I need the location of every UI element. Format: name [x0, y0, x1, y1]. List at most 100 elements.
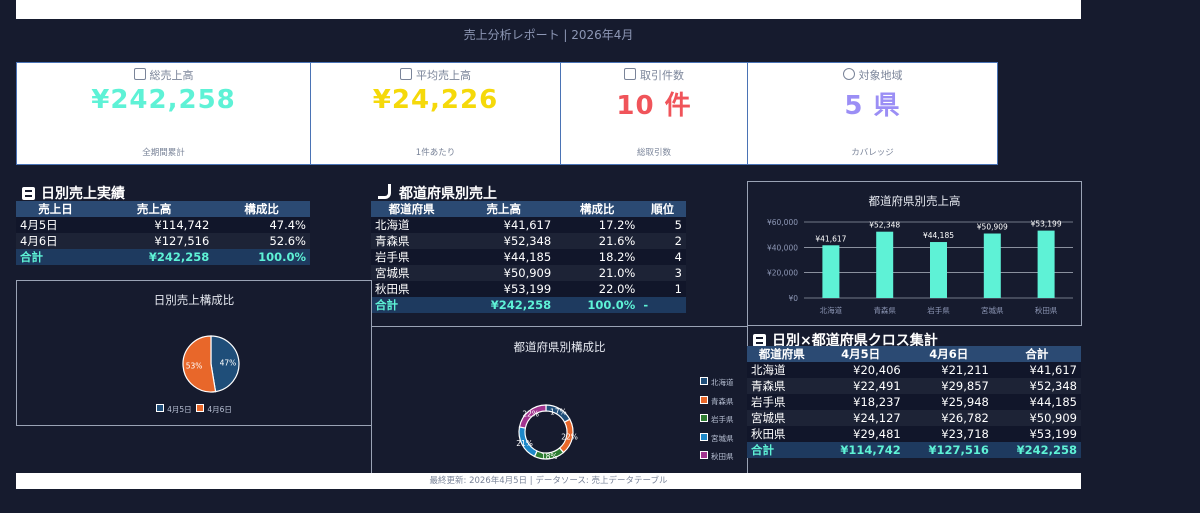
table-row: 青森県 ¥22,491 ¥29,857 ¥52,348	[747, 378, 1081, 394]
chart-icon	[400, 68, 412, 80]
top-bar	[16, 0, 1081, 19]
donut-legend: 北海道 青森県 岩手県 宮城県 秋田県	[700, 374, 734, 467]
table-row: 秋田県 ¥29,481 ¥23,718 ¥53,199	[747, 426, 1081, 442]
x-tick-label: 岩手県	[927, 305, 950, 315]
report-subtitle: 売上分析レポート | 2026年4月	[463, 28, 634, 42]
kpi-card-regions: 対象地域 5 県 カバレッジ	[747, 62, 998, 165]
table-row: 青森県 ¥52,348 21.6% 2	[371, 233, 686, 249]
table-total-row: 合計 ¥114,742 ¥127,516 ¥242,258	[747, 442, 1081, 458]
bar	[1037, 230, 1055, 298]
column-header: 構成比	[213, 201, 310, 217]
bar	[930, 242, 947, 298]
y-tick-label: ¥60,000	[767, 218, 798, 227]
x-tick-label: 北海道	[820, 305, 843, 315]
column-header: 4月6日	[904, 346, 993, 362]
legend-item: 秋田県	[700, 448, 734, 467]
kpi-sub: 1件あたり	[415, 148, 456, 158]
column-header: 売上日	[16, 201, 95, 217]
table-row: 4月6日 ¥127,516 52.6%	[16, 233, 310, 249]
kpi-value: ¥24,226	[372, 85, 499, 115]
daily-sales-table: 売上日 売上高 構成比 4月5日 ¥114,742 47.4% 4月6日 ¥12…	[16, 201, 310, 265]
kpi-card-average-sales: 平均売上高 ¥24,226 1件あたり	[310, 62, 561, 165]
kpi-value: 5 県	[844, 91, 901, 121]
legend-item: 4月6日	[196, 404, 232, 414]
bar-data-label: ¥52,348	[869, 221, 900, 230]
chart-title: 都道府県別構成比	[513, 340, 606, 354]
y-tick-label: ¥20,000	[767, 269, 798, 278]
x-tick-label: 宮城県	[981, 305, 1004, 315]
slice-data-label: 53%	[186, 361, 203, 370]
table-row: 北海道 ¥41,617 17.2% 5	[371, 217, 686, 233]
table-total-row: 合計 ¥242,258 100.0% -	[371, 297, 686, 313]
x-tick-label: 秋田県	[1035, 305, 1058, 315]
money-bag-icon	[133, 68, 146, 80]
footer: 最終更新: 2026年4月5日 | データソース: 売上データテーブル	[16, 473, 1081, 489]
table-row: 宮城県 ¥24,127 ¥26,782 ¥50,909	[747, 410, 1081, 426]
bar	[822, 245, 840, 298]
pie-legend: 4月5日 4月6日	[17, 404, 371, 415]
legend-item: 岩手県	[700, 411, 734, 430]
y-tick-label: ¥40,000	[767, 243, 798, 252]
kpi-card-transactions: 取引件数 10 件 総取引数	[560, 62, 748, 165]
slice-data-label: 21%	[516, 439, 533, 448]
kpi-label: 取引件数	[640, 69, 684, 82]
legend-item: 青森県	[700, 393, 734, 412]
column-header: 4月5日	[816, 346, 905, 362]
column-header: 売上高	[94, 201, 214, 217]
daily-sales-title: 日別売上実績	[22, 183, 125, 203]
chart-title: 日別売上構成比	[153, 293, 235, 307]
column-header: 順位	[639, 201, 686, 217]
column-header: 都道府県	[371, 201, 453, 217]
table-row: 秋田県 ¥53,199 22.0% 1	[371, 281, 686, 297]
legend-item: 4月5日	[156, 404, 192, 414]
kpi-card-total-sales: 総売上高 ¥242,258 全期間累計	[16, 62, 311, 165]
bar-data-label: ¥50,909	[977, 223, 1008, 232]
kpi-label: 総売上高	[149, 69, 194, 82]
map-icon	[842, 68, 855, 80]
bar-chart: ¥0 ¥20,000 ¥40,000 ¥60,000 ¥41,617 北海道 ¥52,348…	[767, 218, 1073, 315]
prefecture-donut-panel: 都道府県別構成比 17% 22% 18% 21% 22% 北海道 青森県 岩手県 宮城県…	[371, 326, 748, 474]
legend-item: 宮城県	[700, 430, 734, 449]
prefecture-sales-title: 都道府県別売上	[378, 183, 497, 203]
daily-pie-panel: 日別売上構成比 47% 53% 4月5日 4月6日	[16, 280, 372, 426]
table-row: 北海道 ¥20,406 ¥21,211 ¥41,617	[747, 362, 1081, 378]
table-row: 4月5日 ¥114,742 47.4%	[16, 217, 310, 233]
prefecture-donut-chart: 17% 22% 18% 21% 22%	[516, 404, 578, 461]
table-row: 宮城県 ¥50,909 21.0% 3	[371, 265, 686, 281]
prefecture-sales-table: 都道府県 売上高 構成比 順位 北海道 ¥41,617 17.2% 5 青森県 ¥52…	[371, 201, 686, 313]
chart-title: 都道府県別売上高	[868, 194, 961, 208]
y-tick-label: ¥0	[788, 294, 798, 303]
slice-data-label: 47%	[220, 359, 237, 368]
bar-chart-panel: 都道府県別売上高 ¥0 ¥20,000 ¥40,000 ¥60,000 ¥41,617 北…	[747, 181, 1082, 326]
map-icon	[378, 184, 391, 199]
slice-data-label: 22%	[561, 432, 578, 441]
daily-pie-chart: 47% 53%	[182, 335, 240, 393]
bar-data-label: ¥44,185	[923, 231, 954, 240]
column-header: 合計	[992, 346, 1081, 362]
bar-data-label: ¥53,199	[1031, 220, 1062, 229]
column-header: 構成比	[555, 201, 640, 217]
clipboard-icon	[624, 68, 636, 80]
slice-data-label: 18%	[541, 452, 558, 461]
bar	[983, 233, 1001, 298]
slice-data-label: 22%	[522, 410, 539, 419]
calendar-icon	[22, 187, 35, 200]
kpi-label: 対象地域	[858, 69, 903, 82]
column-header: 売上高	[452, 201, 556, 217]
legend-item: 北海道	[700, 374, 734, 393]
x-tick-label: 青森県	[873, 305, 896, 315]
cross-tab-table: 都道府県 4月5日 4月6日 合計 北海道 ¥20,406 ¥21,211 ¥41,…	[747, 346, 1081, 458]
table-total-row: 合計 ¥242,258 100.0%	[16, 249, 310, 265]
bar-data-label: ¥41,617	[815, 234, 846, 243]
kpi-value: ¥242,258	[91, 85, 236, 115]
column-header: 都道府県	[747, 346, 817, 362]
bar	[876, 231, 894, 298]
kpi-value: 10 件	[616, 91, 692, 121]
kpi-sub: 全期間累計	[142, 148, 185, 158]
kpi-label: 平均売上高	[416, 69, 471, 82]
table-row: 岩手県 ¥44,185 18.2% 4	[371, 249, 686, 265]
kpi-sub: 総取引数	[636, 148, 671, 158]
table-row: 岩手県 ¥18,237 ¥25,948 ¥44,185	[747, 394, 1081, 410]
slice-data-label: 17%	[550, 407, 567, 416]
kpi-sub: カバレッジ	[851, 148, 894, 158]
